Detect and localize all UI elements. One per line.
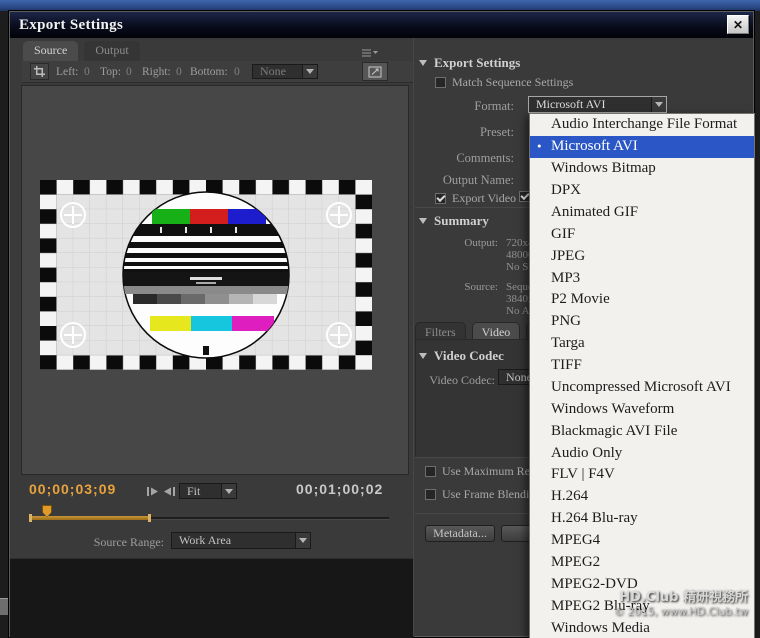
- format-option[interactable]: H.264 Blu-ray: [530, 508, 754, 530]
- match-sequence-label: Match Sequence Settings: [452, 75, 573, 90]
- format-option[interactable]: PNG: [530, 311, 754, 333]
- selected-bullet-icon: •: [537, 138, 542, 154]
- export-video-row: Export Video: [435, 191, 516, 206]
- chevron-down-icon: [295, 533, 310, 548]
- comments-label: Comments:: [417, 151, 514, 166]
- tab-source[interactable]: Source: [23, 41, 78, 61]
- video-codec-label: Video Codec:: [409, 373, 495, 388]
- format-option[interactable]: MP3: [530, 267, 754, 289]
- dialog-titlebar[interactable]: Export Settings: [10, 12, 753, 38]
- output-name-label: Output Name:: [417, 173, 514, 188]
- dialog-title: Export Settings: [19, 17, 123, 34]
- crop-bottom-label: Bottom:: [190, 66, 228, 78]
- use-max-render-checkbox[interactable]: [425, 466, 436, 477]
- format-option[interactable]: MPEG2 Blu-ray: [530, 595, 754, 617]
- current-timecode[interactable]: 00;00;03;09: [29, 481, 116, 497]
- crop-left-value[interactable]: 0: [84, 66, 90, 78]
- format-dropdown-list: Audio Interchange File Format • Microsof…: [529, 113, 755, 638]
- summary-source-label: Source:: [425, 281, 498, 293]
- export-video-label: Export Video: [452, 191, 516, 206]
- source-range-select[interactable]: Work Area: [171, 532, 311, 549]
- crop-left-label: Left:: [56, 66, 78, 78]
- export-settings-header[interactable]: Export Settings: [419, 55, 520, 71]
- zoom-level-select[interactable]: Fit: [179, 483, 237, 499]
- match-sequence-checkbox[interactable]: [435, 77, 446, 88]
- format-label: Format:: [417, 99, 514, 114]
- summary-output-label: Output:: [425, 237, 498, 249]
- format-option-selected[interactable]: • Microsoft AVI: [530, 136, 754, 158]
- format-option[interactable]: FLV | F4V: [530, 464, 754, 486]
- work-area-end-handle[interactable]: [148, 514, 151, 522]
- duration-timecode: 00;01;00;02: [296, 481, 383, 497]
- scale-icon: [368, 66, 382, 78]
- crop-icon: [34, 66, 45, 77]
- format-option[interactable]: GIF: [530, 223, 754, 245]
- format-option[interactable]: MPEG4: [530, 530, 754, 552]
- format-value: Microsoft AVI: [536, 97, 605, 112]
- format-option[interactable]: Audio Only: [530, 442, 754, 464]
- format-select[interactable]: Microsoft AVI: [528, 96, 667, 113]
- match-sequence-row: Match Sequence Settings: [435, 75, 573, 90]
- metadata-button[interactable]: Metadata...: [425, 525, 495, 542]
- format-option[interactable]: Audio Interchange File Format: [530, 114, 754, 136]
- disclosure-triangle-icon: [419, 60, 427, 66]
- test-pattern-image: [40, 180, 372, 370]
- crop-top-label: Top:: [100, 66, 121, 78]
- format-option[interactable]: Windows Waveform: [530, 398, 754, 420]
- chevron-down-icon: [221, 484, 236, 498]
- format-option[interactable]: Targa: [530, 333, 754, 355]
- crop-right-value[interactable]: 0: [176, 66, 182, 78]
- app-root: Export Settings ✕ Source Output Left: 0 …: [0, 0, 760, 638]
- format-option[interactable]: MPEG2-DVD: [530, 573, 754, 595]
- close-icon: ✕: [733, 18, 743, 32]
- video-codec-header[interactable]: Video Codec: [419, 348, 504, 364]
- disclosure-triangle-icon: [419, 218, 427, 224]
- crop-toolbar: Left: 0 Top: 0 Right: 0 Bottom: 0 None: [22, 61, 414, 83]
- format-option[interactable]: Windows Media: [530, 617, 754, 638]
- source-tab-strip: Source Output: [23, 41, 142, 61]
- format-option[interactable]: MPEG2: [530, 552, 754, 574]
- zoom-level-value: Fit: [187, 484, 200, 499]
- crop-ratio-select[interactable]: None: [252, 64, 318, 79]
- tab-output[interactable]: Output: [84, 41, 139, 61]
- disclosure-triangle-icon: [419, 353, 427, 359]
- preset-label: Preset:: [417, 125, 514, 140]
- chevron-down-icon: [651, 97, 666, 112]
- source-range-label: Source Range:: [69, 535, 164, 550]
- format-option[interactable]: Windows Bitmap: [530, 158, 754, 180]
- format-option[interactable]: DPX: [530, 180, 754, 202]
- crop-bottom-value[interactable]: 0: [234, 66, 240, 78]
- panel-divider: [413, 38, 414, 636]
- summary-header[interactable]: Summary: [419, 213, 489, 229]
- format-option[interactable]: Animated GIF: [530, 202, 754, 224]
- format-option[interactable]: JPEG: [530, 245, 754, 267]
- export-settings-dialog: Export Settings ✕ Source Output Left: 0 …: [8, 10, 755, 638]
- use-frame-blending-checkbox[interactable]: [425, 489, 436, 500]
- format-option[interactable]: TIFF: [530, 355, 754, 377]
- preview-scale-button[interactable]: [362, 62, 388, 81]
- crop-button[interactable]: [30, 63, 49, 80]
- export-video-checkbox[interactable]: [435, 193, 446, 204]
- format-option[interactable]: Blackmagic AVI File: [530, 420, 754, 442]
- in-point-icon[interactable]: [147, 484, 159, 502]
- work-area-start-handle[interactable]: [29, 514, 32, 522]
- preview-area[interactable]: [21, 85, 409, 475]
- crop-right-label: Right:: [142, 66, 171, 78]
- crop-ratio-value: None: [260, 64, 286, 79]
- source-range-value: Work Area: [179, 533, 231, 548]
- use-frame-blending-label: Use Frame Blending: [442, 487, 541, 502]
- use-frame-blending-row: Use Frame Blending: [425, 487, 541, 502]
- format-option[interactable]: Uncompressed Microsoft AVI: [530, 377, 754, 399]
- out-point-icon[interactable]: [163, 484, 175, 502]
- crop-top-value[interactable]: 0: [126, 66, 132, 78]
- format-option[interactable]: P2 Movie: [530, 289, 754, 311]
- close-button[interactable]: ✕: [727, 15, 749, 34]
- format-option[interactable]: H.264: [530, 486, 754, 508]
- chevron-down-icon: [302, 65, 317, 78]
- empty-panel-region: [10, 558, 414, 638]
